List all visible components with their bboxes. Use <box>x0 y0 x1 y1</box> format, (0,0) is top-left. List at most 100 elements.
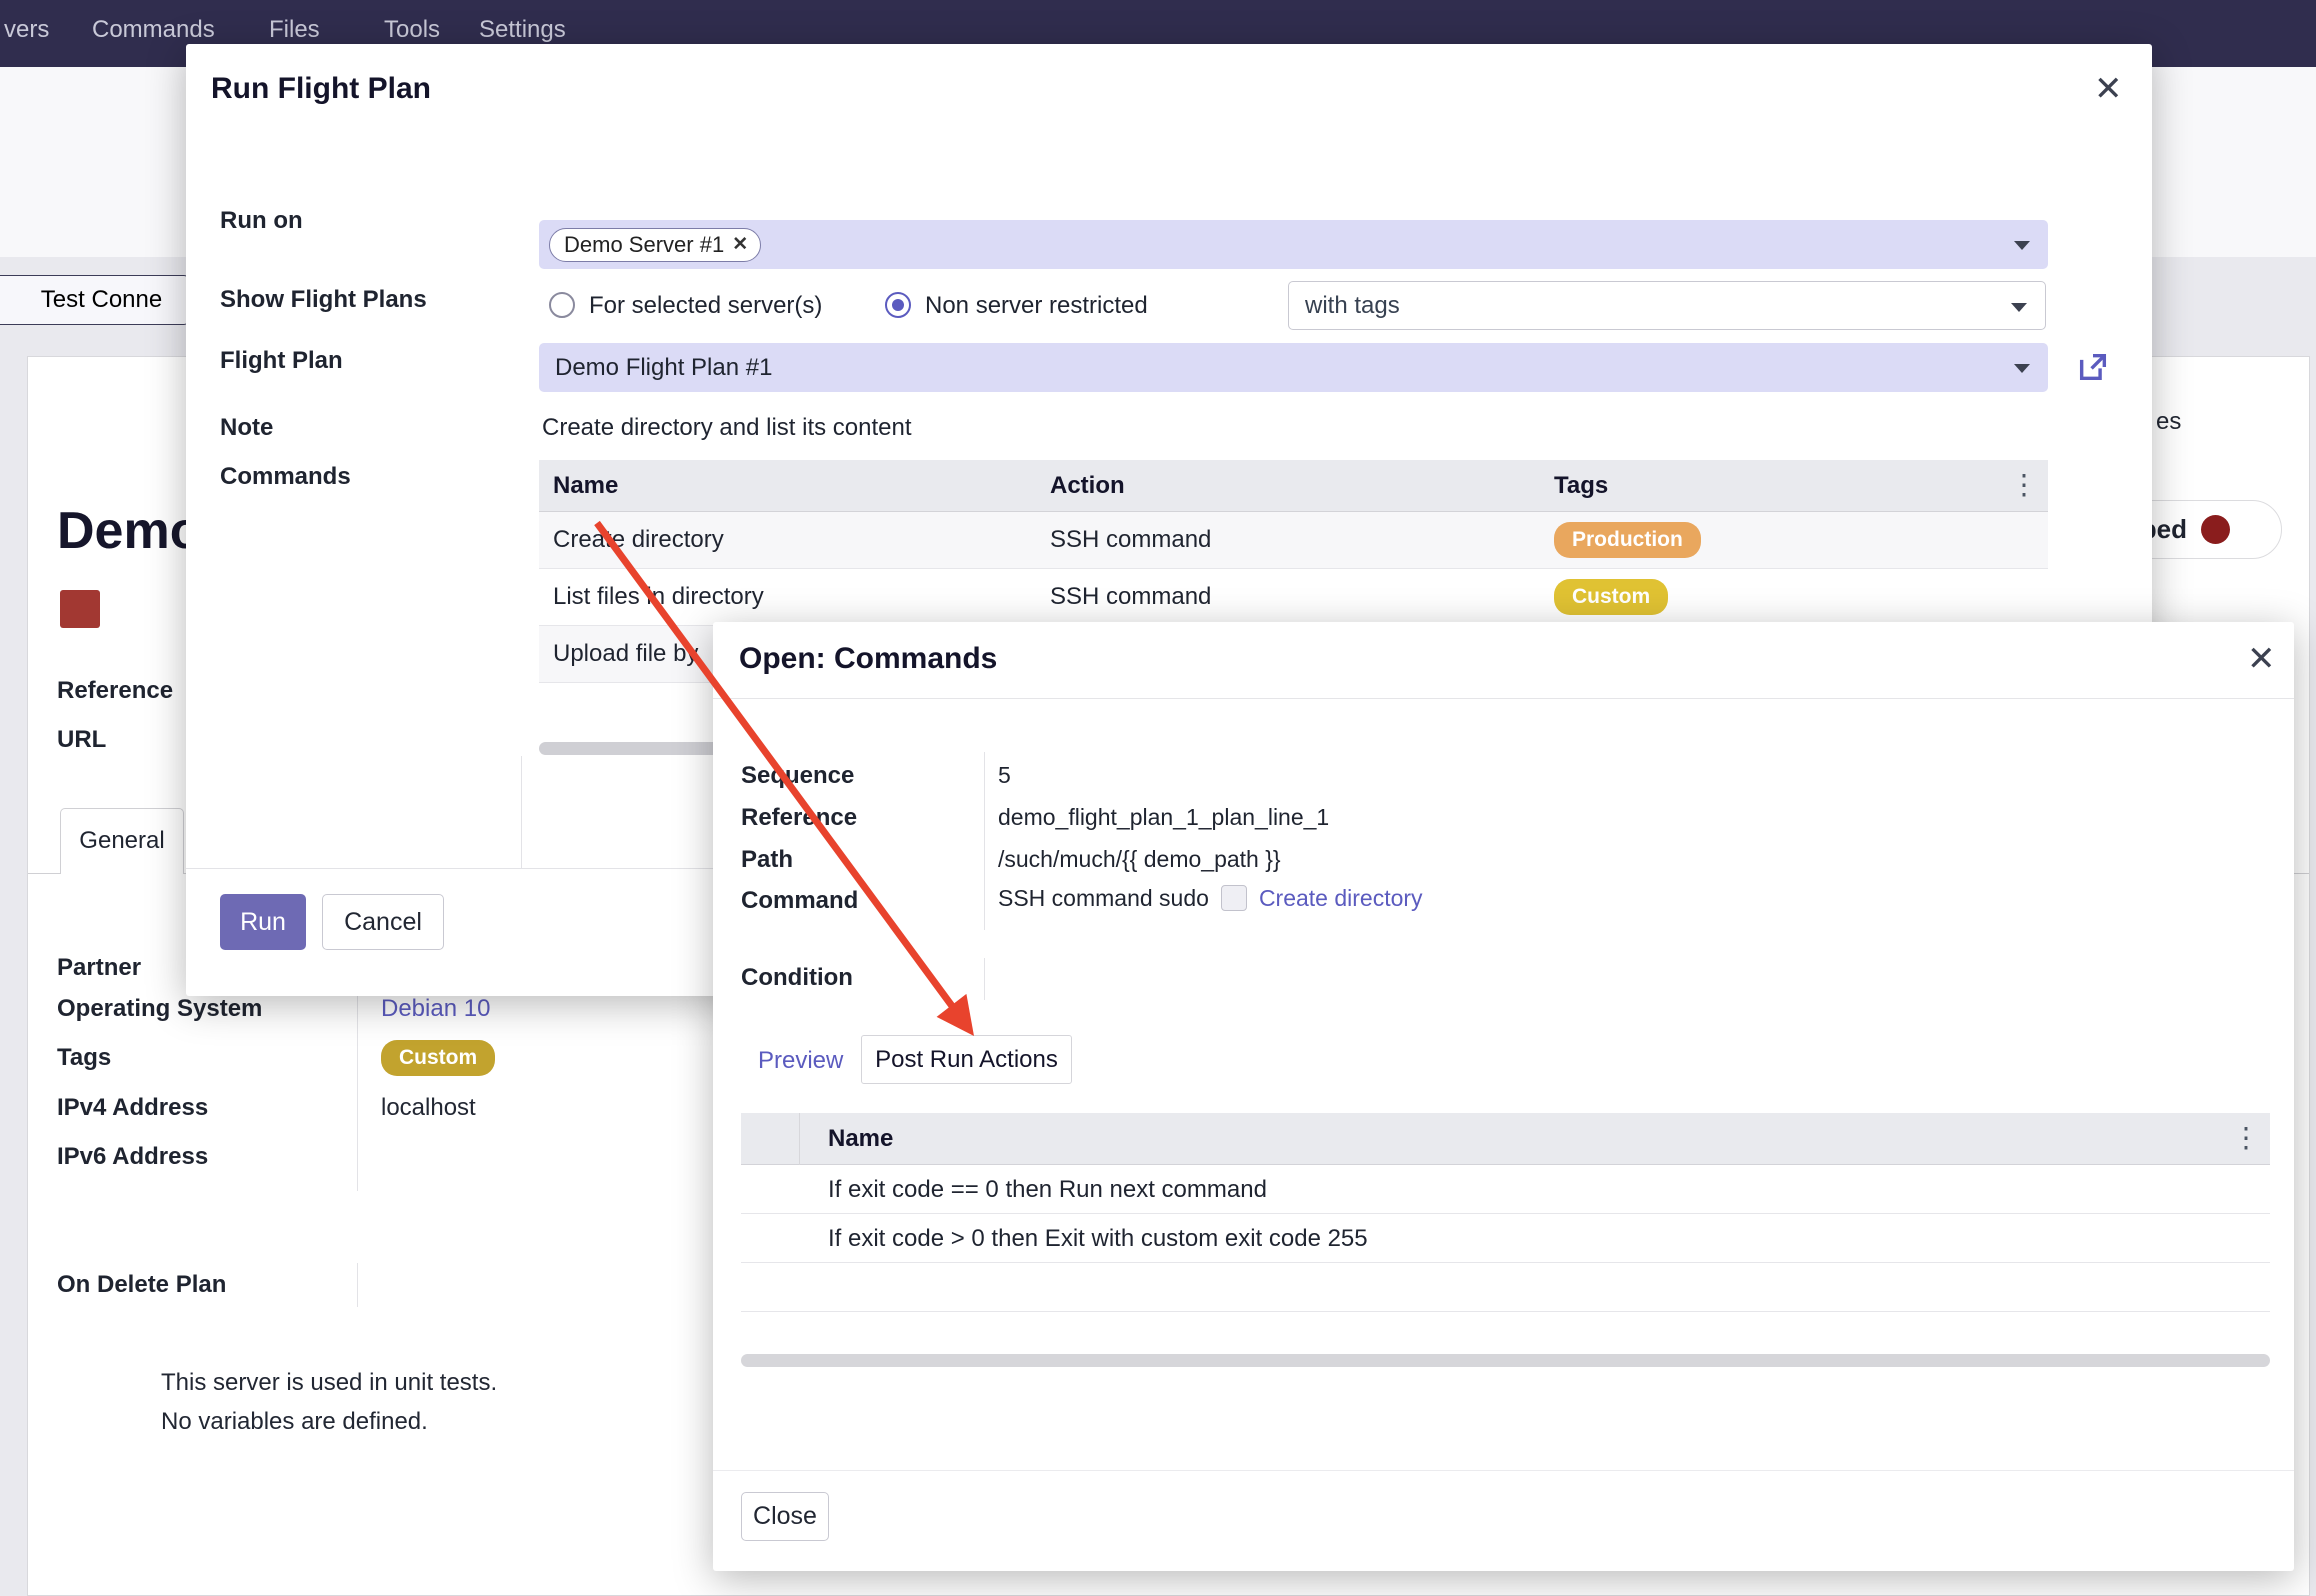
unit-test-note-line2: No variables are defined. <box>161 1408 428 1436</box>
field-column-divider-2 <box>357 1263 358 1307</box>
table-options-kebab-icon[interactable]: ⋮ <box>2010 470 2038 500</box>
with-tags-value: with tags <box>1305 292 1400 320</box>
external-link-icon[interactable] <box>2076 350 2110 384</box>
chip-remove-icon[interactable]: ✕ <box>732 233 748 256</box>
sequence-label: Sequence <box>741 762 854 790</box>
cell-tag-badge: Production <box>1554 522 1701 558</box>
modal-footer-divider <box>713 1470 2294 1471</box>
condition-label: Condition <box>741 964 853 992</box>
cell-name: List files in directory <box>553 583 764 611</box>
nav-item-tools[interactable]: Tools <box>384 16 440 44</box>
nav-item-files[interactable]: Files <box>269 16 320 44</box>
flight-plan-value: Demo Flight Plan #1 <box>555 354 772 382</box>
create-directory-link[interactable]: Create directory <box>1259 885 1423 911</box>
form-column-divider <box>521 756 522 868</box>
run-on-label: Run on <box>220 207 303 235</box>
commands-table-header: Name Action Tags ⋮ <box>539 460 2048 512</box>
field-divider <box>984 752 985 930</box>
ipv4-label: IPv4 Address <box>57 1094 208 1122</box>
flight-plan-label: Flight Plan <box>220 347 343 375</box>
chevron-down-icon <box>2014 364 2030 373</box>
select-all-column[interactable] <box>741 1113 800 1165</box>
partner-label: Partner <box>57 954 141 982</box>
command-value-row: SSH command sudo Create directory <box>998 885 1423 912</box>
condition-divider <box>984 958 985 1000</box>
server-tag-chip-label: Demo Server #1 <box>564 232 724 258</box>
note-label: Note <box>220 414 273 442</box>
flight-plan-select[interactable]: Demo Flight Plan #1 <box>539 343 2048 392</box>
close-icon[interactable]: ✕ <box>2094 72 2123 106</box>
with-tags-select[interactable]: with tags <box>1288 281 2046 330</box>
col-header-tags[interactable]: Tags <box>1554 472 1608 500</box>
tag-badge-custom[interactable]: Custom <box>381 1040 495 1076</box>
commands-modal-title: Open: Commands <box>739 642 997 676</box>
post-run-actions-table: Name ⋮ If exit code == 0 then Run next c… <box>741 1113 2270 1312</box>
nav-item-servers[interactable]: vers <box>4 16 49 44</box>
col-header-name[interactable]: Name <box>828 1125 893 1153</box>
cell-name: Create directory <box>553 526 724 554</box>
run-on-server-select[interactable]: Demo Server #1 ✕ <box>539 220 2048 269</box>
cell-action: SSH command <box>1050 583 1211 611</box>
reference-label: Reference <box>741 804 857 832</box>
close-icon[interactable]: ✕ <box>2247 642 2276 676</box>
tags-label: Tags <box>57 1044 111 1072</box>
radio-non-server-restricted[interactable] <box>885 292 911 318</box>
page-title: Demo <box>57 501 201 561</box>
modal-header-divider <box>713 698 2294 699</box>
reference-label: Reference <box>57 677 173 705</box>
nav-item-commands[interactable]: Commands <box>92 16 215 44</box>
cell-action: SSH command <box>1050 526 1211 554</box>
radio-for-selected-servers[interactable] <box>549 292 575 318</box>
horizontal-scrollbar[interactable] <box>741 1354 2270 1367</box>
truncated-label-fragment: es <box>2156 408 2181 436</box>
plan-description: Create directory and list its content <box>542 414 912 442</box>
unit-test-note-line1: This server is used in unit tests. <box>161 1369 497 1397</box>
post-run-action: If exit code > 0 then Exit with custom e… <box>828 1225 1368 1253</box>
ipv6-label: IPv6 Address <box>57 1143 208 1171</box>
table-row[interactable]: If exit code == 0 then Run next command <box>741 1165 2270 1214</box>
cell-tag-badge: Custom <box>1554 579 1668 615</box>
cancel-button[interactable]: Cancel <box>322 894 444 950</box>
run-modal-title: Run Flight Plan <box>211 72 431 106</box>
table-row-empty <box>741 1263 2270 1312</box>
tab-general[interactable]: General <box>60 808 184 874</box>
tab-post-run-actions[interactable]: Post Run Actions <box>861 1035 1072 1084</box>
path-value: /such/much/{{ demo_path }} <box>998 846 1281 873</box>
reference-value: demo_flight_plan_1_plan_line_1 <box>998 804 1329 831</box>
table-row[interactable]: If exit code > 0 then Exit with custom e… <box>741 1214 2270 1263</box>
os-label: Operating System <box>57 995 262 1023</box>
url-label: URL <box>57 726 106 754</box>
radio-for-selected-servers-label[interactable]: For selected server(s) <box>589 292 822 320</box>
chevron-down-icon <box>2014 241 2030 250</box>
sequence-value: 5 <box>998 762 1011 789</box>
on-delete-plan-label: On Delete Plan <box>57 1271 226 1299</box>
nav-item-settings[interactable]: Settings <box>479 16 566 44</box>
post-run-table-header: Name ⋮ <box>741 1113 2270 1165</box>
col-header-action[interactable]: Action <box>1050 472 1125 500</box>
status-stopped-dot-icon <box>2201 515 2230 544</box>
show-flight-plans-label: Show Flight Plans <box>220 286 427 314</box>
table-row[interactable]: List files in directory SSH command Cust… <box>539 569 2048 626</box>
os-value-link[interactable]: Debian 10 <box>381 995 490 1023</box>
radio-non-server-restricted-label[interactable]: Non server restricted <box>925 292 1148 320</box>
screen: vers Commands Files Tools Settings Test … <box>0 0 2316 1596</box>
cell-name: Upload file by <box>553 640 698 668</box>
command-label: Command <box>741 887 858 915</box>
table-options-kebab-icon[interactable]: ⋮ <box>2232 1123 2260 1153</box>
commands-label: Commands <box>220 463 351 491</box>
ipv4-value: localhost <box>381 1094 476 1122</box>
test-connection-button[interactable]: Test Conne <box>0 275 189 325</box>
chevron-down-icon <box>2011 303 2027 312</box>
command-value: SSH command sudo <box>998 885 1209 911</box>
post-run-action: If exit code == 0 then Run next command <box>828 1176 1267 1204</box>
col-header-name[interactable]: Name <box>553 472 618 500</box>
tab-preview[interactable]: Preview <box>758 1047 843 1075</box>
open-commands-modal: Open: Commands ✕ Sequence Reference Path… <box>713 622 2294 1571</box>
color-swatch[interactable] <box>60 590 100 628</box>
server-tag-chip[interactable]: Demo Server #1 ✕ <box>549 228 761 262</box>
command-checkbox[interactable] <box>1221 885 1247 911</box>
run-button[interactable]: Run <box>220 894 306 950</box>
table-row[interactable]: Create directory SSH command Production <box>539 512 2048 569</box>
path-label: Path <box>741 846 793 874</box>
close-button[interactable]: Close <box>741 1492 829 1541</box>
